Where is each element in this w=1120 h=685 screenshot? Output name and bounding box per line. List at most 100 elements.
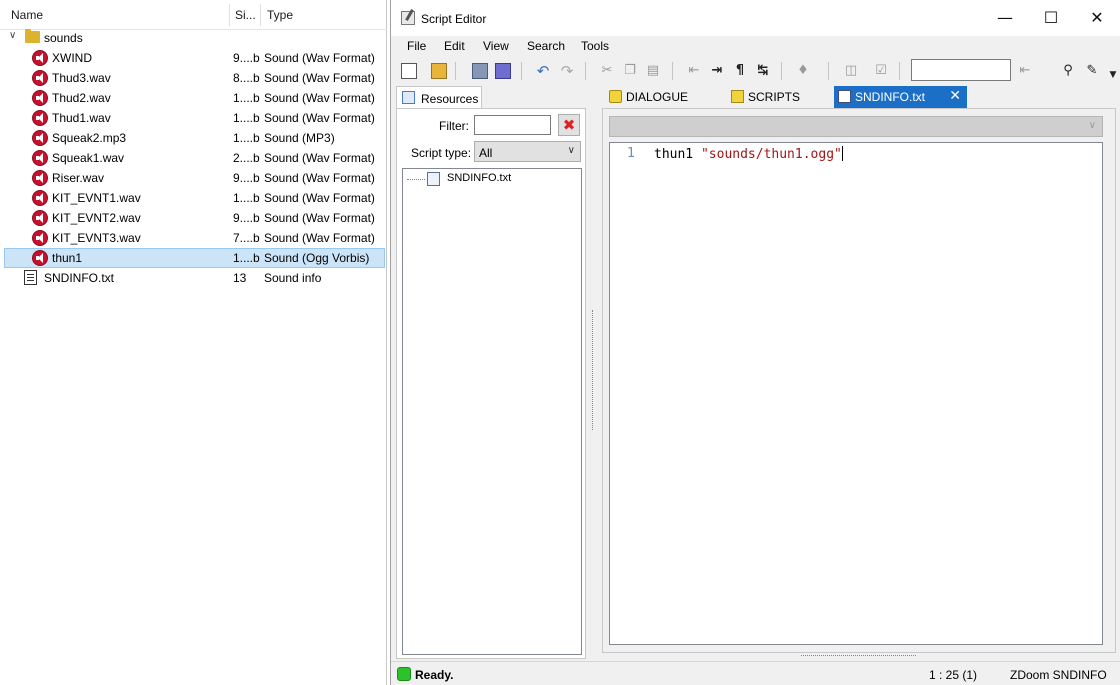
column-header-name[interactable]: Name bbox=[11, 8, 43, 22]
filter-input[interactable] bbox=[474, 115, 551, 135]
sndinfo-file-icon bbox=[838, 90, 851, 103]
tab-scripts[interactable]: SCRIPTS bbox=[727, 86, 827, 108]
entry-size: 13 bbox=[233, 271, 247, 285]
toolbar-separator bbox=[781, 62, 782, 80]
entry-type: Sound (Wav Format) bbox=[264, 191, 375, 205]
entry-type: Sound (MP3) bbox=[264, 131, 335, 145]
paste-icon[interactable]: ▤ bbox=[645, 63, 661, 79]
menu-search[interactable]: Search bbox=[527, 39, 565, 53]
toolbar-separator bbox=[455, 62, 456, 80]
sound-icon bbox=[32, 170, 48, 186]
function-list-select[interactable]: ∨ bbox=[609, 116, 1103, 137]
list-item[interactable]: XWIND 9....b Sound (Wav Format) bbox=[4, 48, 385, 68]
entry-size: 7....b bbox=[233, 231, 260, 245]
column-header-type[interactable]: Type bbox=[267, 8, 293, 22]
chevron-down-icon[interactable]: ∨ bbox=[9, 30, 16, 41]
redo-icon[interactable]: ↷ bbox=[559, 63, 575, 79]
vertical-splitter[interactable] bbox=[592, 310, 598, 430]
entry-name: Thud1.wav bbox=[52, 111, 111, 125]
indent-icon[interactable]: ⇥ bbox=[709, 63, 725, 79]
entry-size: 1....b bbox=[233, 131, 260, 145]
list-item[interactable]: Squeak2.mp3 1....b Sound (MP3) bbox=[4, 128, 385, 148]
line-number: 1 bbox=[627, 146, 635, 161]
entry-type: Sound (Ogg Vorbis) bbox=[264, 251, 370, 265]
entry-name: SNDINFO.txt bbox=[44, 271, 115, 285]
script-type-value: All bbox=[479, 146, 493, 160]
code-string: "sounds/thun1.ogg" bbox=[700, 147, 842, 162]
resource-tree[interactable]: SNDINFO.txt bbox=[402, 168, 582, 655]
menu-file[interactable]: File bbox=[407, 39, 426, 53]
word-wrap-icon[interactable]: ↹ bbox=[755, 63, 771, 79]
replace-icon[interactable]: ✎ bbox=[1084, 63, 1100, 79]
code-line[interactable]: thun1 "sounds/thun1.ogg" bbox=[654, 146, 843, 162]
chevron-down-icon[interactable]: ▼ bbox=[1105, 67, 1120, 83]
entry-type: Sound (Wav Format) bbox=[264, 151, 375, 165]
search-icon[interactable]: ⚲ bbox=[1060, 63, 1076, 79]
list-item[interactable]: KIT_EVNT2.wav 9....b Sound (Wav Format) bbox=[4, 208, 385, 228]
list-item[interactable]: Thud2.wav 1....b Sound (Wav Format) bbox=[4, 88, 385, 108]
column-header-size[interactable]: Si... bbox=[235, 8, 256, 22]
column-divider[interactable] bbox=[260, 4, 261, 26]
pilcrow-icon[interactable]: ¶ bbox=[732, 63, 748, 79]
script-type-select[interactable]: All ∨ bbox=[474, 141, 581, 162]
entry-size: 1....b bbox=[233, 111, 260, 125]
sound-icon bbox=[32, 70, 48, 86]
sound-icon bbox=[32, 130, 48, 146]
entry-size: 1....b bbox=[233, 191, 260, 205]
menu-view[interactable]: View bbox=[483, 39, 509, 53]
open-folder-icon[interactable] bbox=[431, 63, 447, 79]
save-all-icon[interactable] bbox=[495, 63, 511, 79]
list-item[interactable]: Thud3.wav 8....b Sound (Wav Format) bbox=[4, 68, 385, 88]
entry-name: Riser.wav bbox=[52, 171, 105, 185]
column-divider[interactable] bbox=[229, 4, 230, 26]
horizontal-splitter[interactable] bbox=[801, 655, 916, 660]
list-item[interactable]: SNDINFO.txt 13 Sound info bbox=[4, 268, 385, 288]
maximize-button[interactable]: ☐ bbox=[1028, 0, 1074, 36]
folder-icon bbox=[25, 29, 40, 43]
folder-name: sounds bbox=[44, 31, 83, 45]
compile-icon[interactable]: ◫ bbox=[843, 63, 859, 79]
new-document-icon[interactable] bbox=[401, 63, 417, 79]
entry-size: 1....b bbox=[233, 251, 260, 265]
tree-folder-sounds[interactable]: ∨ sounds bbox=[4, 28, 385, 48]
entry-name: Squeak2.mp3 bbox=[52, 131, 127, 145]
sndinfo-file-icon bbox=[427, 172, 440, 186]
check-icon[interactable]: ☑ bbox=[873, 63, 889, 79]
ready-status-icon bbox=[397, 667, 411, 681]
list-item[interactable]: Thud1.wav 1....b Sound (Wav Format) bbox=[4, 108, 385, 128]
tab-sndinfo[interactable]: SNDINFO.txt ✕ bbox=[834, 86, 967, 108]
tree-connector bbox=[407, 179, 425, 180]
find-previous-icon[interactable]: ⇤ bbox=[1017, 63, 1033, 79]
list-item-selected[interactable]: thun1 1....b Sound (Ogg Vorbis) bbox=[4, 248, 385, 268]
list-item[interactable]: Squeak1.wav 2....b Sound (Wav Format) bbox=[4, 148, 385, 168]
save-icon[interactable] bbox=[472, 63, 488, 79]
tree-item-sndinfo[interactable]: SNDINFO.txt bbox=[447, 172, 511, 184]
cut-icon[interactable]: ✂ bbox=[599, 63, 615, 79]
tab-resources-label: Resources bbox=[421, 92, 479, 106]
clear-filter-button[interactable]: ✖ bbox=[558, 114, 580, 136]
close-button[interactable]: ✕ bbox=[1074, 0, 1120, 36]
menu-edit[interactable]: Edit bbox=[444, 39, 465, 53]
outdent-icon[interactable]: ⇤ bbox=[686, 63, 702, 79]
plugin-icon[interactable]: ♦ bbox=[795, 63, 811, 79]
tab-resources[interactable]: Resources bbox=[396, 86, 482, 109]
close-tab-icon[interactable]: ✕ bbox=[949, 88, 961, 104]
entry-type: Sound (Wav Format) bbox=[264, 211, 375, 225]
tab-label: DIALOGUE bbox=[626, 90, 689, 104]
chevron-down-icon: ∨ bbox=[1088, 120, 1096, 131]
chevron-down-icon: ∨ bbox=[567, 145, 575, 156]
entry-type: Sound (Wav Format) bbox=[264, 51, 375, 65]
search-input[interactable] bbox=[911, 59, 1011, 81]
minimize-button[interactable]: — bbox=[982, 0, 1028, 36]
copy-icon[interactable]: ❐ bbox=[622, 63, 638, 79]
tab-dialogue[interactable]: DIALOGUE bbox=[605, 86, 723, 108]
menu-tools[interactable]: Tools bbox=[581, 39, 609, 53]
code-editor[interactable]: 1 thun1 "sounds/thun1.ogg" bbox=[609, 142, 1103, 645]
title-bar[interactable]: Script Editor — ☐ ✕ bbox=[391, 0, 1120, 36]
code-keyword: thun1 bbox=[654, 147, 694, 162]
undo-icon[interactable]: ↶ bbox=[535, 63, 551, 79]
list-item[interactable]: KIT_EVNT3.wav 7....b Sound (Wav Format) bbox=[4, 228, 385, 248]
list-item[interactable]: KIT_EVNT1.wav 1....b Sound (Wav Format) bbox=[4, 188, 385, 208]
entry-type: Sound (Wav Format) bbox=[264, 171, 375, 185]
list-item[interactable]: Riser.wav 9....b Sound (Wav Format) bbox=[4, 168, 385, 188]
